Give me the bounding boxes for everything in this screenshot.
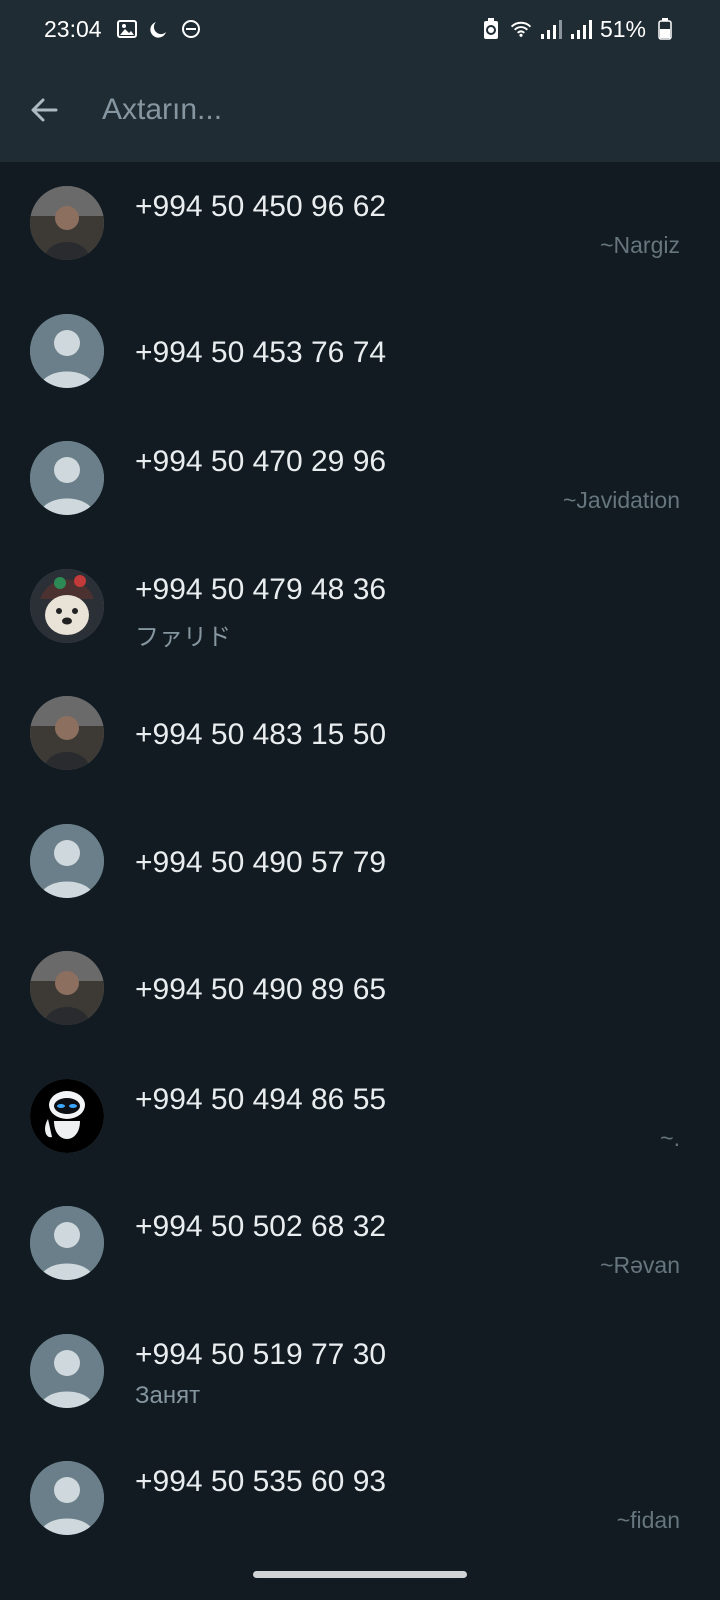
contact-pushname: ~Nargiz bbox=[600, 232, 680, 258]
contact-text: +994 50 519 77 30 Занят bbox=[135, 1310, 680, 1438]
contact-text: +994 50 483 15 50 bbox=[135, 672, 680, 800]
contact-row[interactable]: +994 50 519 77 30 Занят bbox=[0, 1310, 720, 1438]
contact-pushname: ~Rəvan bbox=[600, 1252, 680, 1278]
contact-text: +994 50 490 89 65 bbox=[135, 927, 680, 1055]
contact-pushname: ~fidan bbox=[616, 1507, 680, 1533]
search-input[interactable] bbox=[100, 81, 664, 139]
photo-avatar[interactable] bbox=[30, 951, 104, 1025]
contact-text: +994 50 502 68 32 ~Rəvan bbox=[135, 1182, 680, 1310]
contact-phone: +994 50 490 57 79 bbox=[135, 845, 387, 879]
signal-icon bbox=[540, 18, 562, 40]
status-left: 23:04 bbox=[44, 16, 202, 43]
contact-text: +994 50 479 48 36 ファリド bbox=[135, 545, 680, 673]
contact-phone: +994 50 470 29 96 bbox=[135, 445, 387, 478]
dog-avatar[interactable] bbox=[30, 568, 104, 643]
contact-row[interactable]: +994 50 479 48 36 ファリド bbox=[0, 545, 720, 673]
contact-row[interactable]: +994 50 494 86 55 ~. bbox=[0, 1055, 720, 1183]
battery-icon bbox=[654, 18, 676, 40]
status-time: 23:04 bbox=[44, 15, 102, 42]
battery-saver-icon bbox=[480, 18, 502, 40]
battery-percent: 51% bbox=[599, 15, 646, 42]
photo-avatar[interactable] bbox=[30, 186, 104, 260]
contact-phone: +994 50 453 76 74 bbox=[135, 335, 387, 369]
default-avatar[interactable] bbox=[30, 313, 104, 388]
contact-list: +994 50 450 96 62 ~Nargiz +994 50 453 76 7… bbox=[0, 162, 720, 1565]
contact-text: +994 50 470 29 96 ~Javidation bbox=[135, 417, 680, 545]
default-avatar[interactable] bbox=[30, 441, 104, 515]
contact-row[interactable]: +994 50 450 96 62 ~Nargiz bbox=[0, 162, 720, 290]
contact-status: Занят bbox=[135, 1381, 201, 1409]
contact-text: +994 50 490 57 79 bbox=[135, 800, 680, 928]
contact-text: +994 50 494 86 55 ~. bbox=[135, 1055, 680, 1183]
wifi-icon bbox=[510, 18, 532, 40]
default-avatar[interactable] bbox=[30, 1333, 104, 1408]
contact-status: ファリド bbox=[135, 623, 231, 651]
contact-phone: +994 50 494 86 55 bbox=[135, 1082, 387, 1116]
contact-phone: +994 50 483 15 50 bbox=[135, 718, 387, 751]
contact-text: +994 50 453 76 74 bbox=[135, 290, 680, 418]
contact-phone: +994 50 502 68 32 bbox=[135, 1210, 387, 1243]
contact-phone: +994 50 519 77 30 bbox=[135, 1337, 387, 1371]
back-arrow-icon bbox=[31, 98, 58, 122]
contact-row[interactable]: +994 50 535 60 93 ~fidan bbox=[0, 1437, 720, 1565]
home-indicator[interactable] bbox=[253, 1571, 467, 1578]
status-right: 51% bbox=[480, 16, 676, 43]
contact-pushname: ~Javidation bbox=[563, 487, 680, 513]
contact-text: +994 50 450 96 62 ~Nargiz bbox=[135, 162, 680, 290]
dnd-icon bbox=[180, 18, 202, 40]
robot-avatar[interactable] bbox=[30, 1078, 104, 1153]
image-icon bbox=[116, 18, 138, 40]
status-bar: 23:04 51% bbox=[0, 0, 720, 58]
moon-icon bbox=[148, 18, 170, 40]
signal-icon bbox=[570, 18, 592, 40]
contact-phone: +994 50 450 96 62 bbox=[135, 190, 387, 223]
contact-row[interactable]: +994 50 490 57 79 bbox=[0, 800, 720, 928]
contact-row[interactable]: +994 50 490 89 65 bbox=[0, 927, 720, 1055]
search-bar bbox=[0, 58, 720, 162]
contact-row[interactable]: +994 50 453 76 74 bbox=[0, 290, 720, 418]
back-button[interactable] bbox=[14, 80, 74, 140]
default-avatar[interactable] bbox=[30, 1206, 104, 1280]
default-avatar[interactable] bbox=[30, 1461, 104, 1535]
photo-avatar[interactable] bbox=[30, 696, 104, 770]
contact-phone: +994 50 479 48 36 bbox=[135, 572, 387, 606]
contact-row[interactable]: +994 50 502 68 32 ~Rəvan bbox=[0, 1182, 720, 1310]
contact-phone: +994 50 535 60 93 bbox=[135, 1465, 387, 1498]
default-avatar[interactable] bbox=[30, 823, 104, 898]
contact-row[interactable]: +994 50 483 15 50 bbox=[0, 672, 720, 800]
contact-phone: +994 50 490 89 65 bbox=[135, 973, 387, 1006]
contact-pushname: ~. bbox=[660, 1124, 680, 1151]
contact-row[interactable]: +994 50 470 29 96 ~Javidation bbox=[0, 417, 720, 545]
contact-text: +994 50 535 60 93 ~fidan bbox=[135, 1437, 680, 1565]
